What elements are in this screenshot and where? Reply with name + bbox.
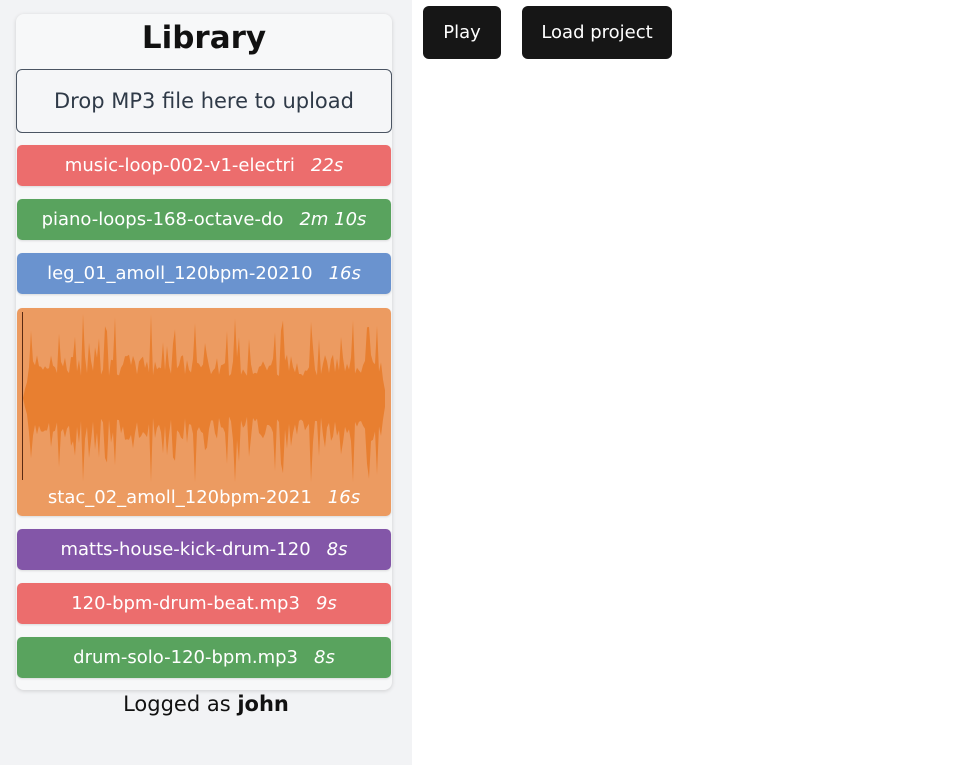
track-name: stac_02_amoll_120bpm-2021 (47, 487, 312, 508)
track-name: matts-house-kick-drum-120 (60, 539, 311, 560)
play-button[interactable]: Play (423, 6, 501, 59)
track-item[interactable]: matts-house-kick-drum-120 8s (17, 529, 391, 570)
track-name: 120-bpm-drum-beat.mp3 (71, 593, 300, 614)
logged-prefix: Logged as (123, 692, 231, 716)
library-panel: Library Drop MP3 file here to upload mus… (16, 14, 392, 690)
track-item[interactable]: piano-loops-168-octave-do 2m 10s (17, 199, 391, 240)
track-item[interactable]: 120-bpm-drum-beat.mp3 9s (17, 583, 391, 624)
track-item[interactable]: music-loop-002-v1-electri 22s (17, 145, 391, 186)
track-name: drum-solo-120-bpm.mp3 (73, 647, 299, 668)
track-duration: 16s (327, 487, 361, 508)
track-name: leg_01_amoll_120bpm-20210 (47, 263, 313, 284)
track-duration: 22s (310, 155, 344, 176)
logged-in-status: Logged as john (0, 692, 412, 716)
waveform[interactable] (21, 312, 387, 484)
track-duration: 2m 10s (299, 209, 367, 230)
track-duration: 9s (315, 593, 337, 614)
library-title: Library (141, 20, 267, 56)
track-item[interactable]: drum-solo-120-bpm.mp3 8s (17, 637, 391, 678)
upload-dropzone[interactable]: Drop MP3 file here to upload (16, 69, 392, 133)
track-item-selected[interactable]: stac_02_amoll_120bpm-2021 16s (17, 308, 391, 516)
track-item[interactable]: leg_01_amoll_120bpm-20210 16s (17, 253, 391, 294)
track-name: piano-loops-168-octave-do (41, 209, 284, 230)
track-name: music-loop-002-v1-electri (64, 155, 295, 176)
playhead[interactable] (22, 312, 23, 480)
track-duration: 16s (328, 263, 361, 284)
username: john (237, 692, 289, 716)
load-project-button[interactable]: Load project (522, 6, 672, 59)
track-duration: 8s (314, 647, 335, 668)
sidebar: Library Drop MP3 file here to upload mus… (0, 0, 412, 765)
track-duration: 8s (326, 539, 348, 560)
waveform-shape (23, 314, 385, 482)
